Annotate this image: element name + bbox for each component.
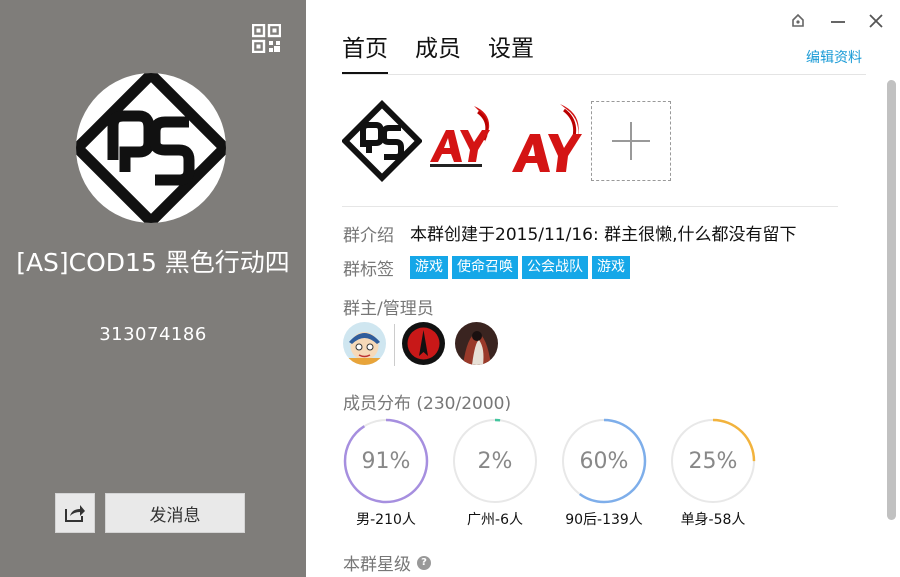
group-avatar[interactable] bbox=[76, 73, 226, 223]
tab-bar: 首页 成员 设置 bbox=[342, 34, 561, 74]
scrollbar-thumb[interactable] bbox=[887, 80, 896, 520]
tab-divider bbox=[342, 74, 866, 75]
admin-separator bbox=[394, 324, 395, 366]
stat-age-caption: 90后-139人 bbox=[565, 512, 643, 528]
tab-settings[interactable]: 设置 bbox=[488, 34, 534, 74]
stat-region[interactable]: 2% bbox=[452, 418, 538, 504]
share-button[interactable] bbox=[55, 493, 95, 533]
admin-avatar-2[interactable] bbox=[455, 322, 498, 365]
tab-home[interactable]: 首页 bbox=[342, 34, 388, 74]
stat-single-caption: 单身-58人 bbox=[680, 512, 746, 528]
stat-region-percent: 2% bbox=[477, 448, 513, 474]
tag-game-2[interactable]: 游戏 bbox=[592, 256, 630, 279]
group-id: 313074186 bbox=[99, 324, 207, 345]
stat-gender-caption: 男-210人 bbox=[356, 512, 416, 528]
close-icon[interactable] bbox=[865, 10, 887, 32]
group-name: [AS]COD15 黑色行动四 bbox=[16, 248, 290, 277]
stat-age-percent: 60% bbox=[579, 448, 629, 474]
tag-guild-team[interactable]: 公会战队 bbox=[522, 256, 588, 279]
tag-game[interactable]: 游戏 bbox=[410, 256, 448, 279]
intro-label: 群介绍 bbox=[343, 226, 394, 246]
edit-profile-link[interactable]: 编辑资料 bbox=[806, 47, 862, 67]
tag-call-of-duty[interactable]: 使命召唤 bbox=[452, 256, 518, 279]
profile-panel: [AS]COD15 黑色行动四 313074186 发消息 bbox=[0, 0, 306, 577]
stat-single[interactable]: 25% bbox=[670, 418, 756, 504]
minimize-icon[interactable] bbox=[827, 10, 849, 32]
stat-gender-percent: 91% bbox=[361, 448, 411, 474]
tab-members[interactable]: 成员 bbox=[415, 34, 461, 74]
member-count: (230/2000) bbox=[416, 394, 512, 414]
owner-avatar[interactable] bbox=[343, 322, 386, 365]
stat-region-caption: 广州-6人 bbox=[467, 512, 523, 528]
group-photo-2[interactable] bbox=[428, 100, 508, 182]
group-photo-1[interactable] bbox=[340, 99, 424, 183]
share-icon bbox=[65, 505, 85, 522]
plus-icon bbox=[612, 122, 650, 160]
tag-list: 游戏 使命召唤 公会战队 游戏 bbox=[410, 256, 634, 279]
distribution-title: 成员分布 bbox=[343, 394, 411, 414]
admin-avatar-1[interactable] bbox=[402, 322, 445, 365]
distribution-label: 成员分布 (230/2000) bbox=[343, 389, 511, 414]
add-photo-button[interactable] bbox=[591, 101, 671, 181]
stat-gender[interactable]: 91% bbox=[343, 418, 429, 504]
admins-label: 群主/管理员 bbox=[343, 299, 434, 319]
star-level: 本群星级 ? bbox=[343, 550, 431, 575]
intro-text: 本群创建于2015/11/16: 群主很懒,什么都没有留下 bbox=[410, 225, 797, 245]
star-level-label: 本群星级 bbox=[343, 555, 411, 575]
tags-label: 群标签 bbox=[343, 260, 394, 280]
group-photo-3[interactable] bbox=[510, 100, 590, 182]
skin-icon[interactable] bbox=[787, 10, 809, 32]
stat-age[interactable]: 60% bbox=[561, 418, 647, 504]
send-message-button[interactable]: 发消息 bbox=[105, 493, 245, 533]
stat-single-percent: 25% bbox=[688, 448, 738, 474]
help-icon[interactable]: ? bbox=[417, 555, 431, 570]
section-divider bbox=[342, 206, 838, 207]
qr-code-icon[interactable] bbox=[251, 23, 282, 54]
